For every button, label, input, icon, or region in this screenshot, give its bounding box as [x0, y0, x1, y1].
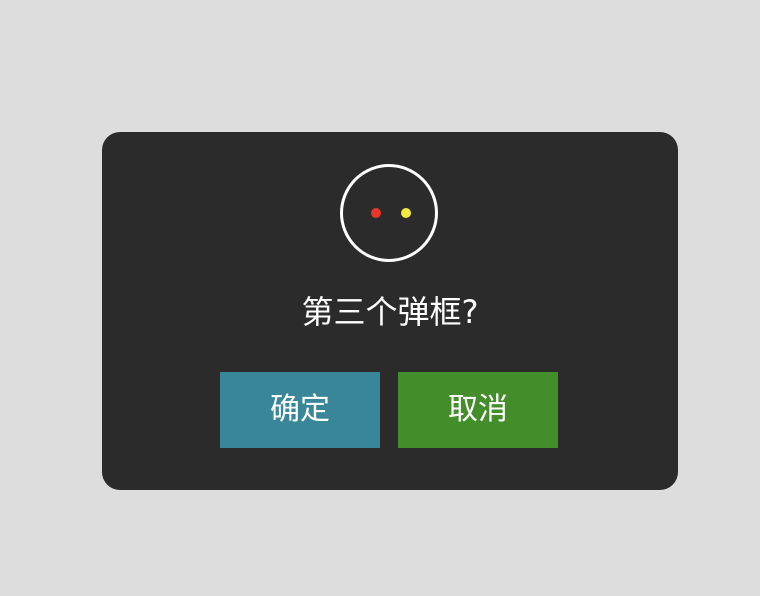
confirm-dialog: 第三个弹框? 确定 取消 — [102, 132, 678, 490]
cancel-button[interactable]: 取消 — [398, 372, 558, 448]
right-eye-dot — [401, 208, 411, 218]
confirm-button[interactable]: 确定 — [220, 372, 380, 448]
dialog-message: 第三个弹框? — [301, 293, 479, 331]
face-icon — [340, 164, 438, 262]
left-eye-dot — [371, 208, 381, 218]
modal-backdrop: 第三个弹框? 确定 取消 — [0, 0, 760, 596]
